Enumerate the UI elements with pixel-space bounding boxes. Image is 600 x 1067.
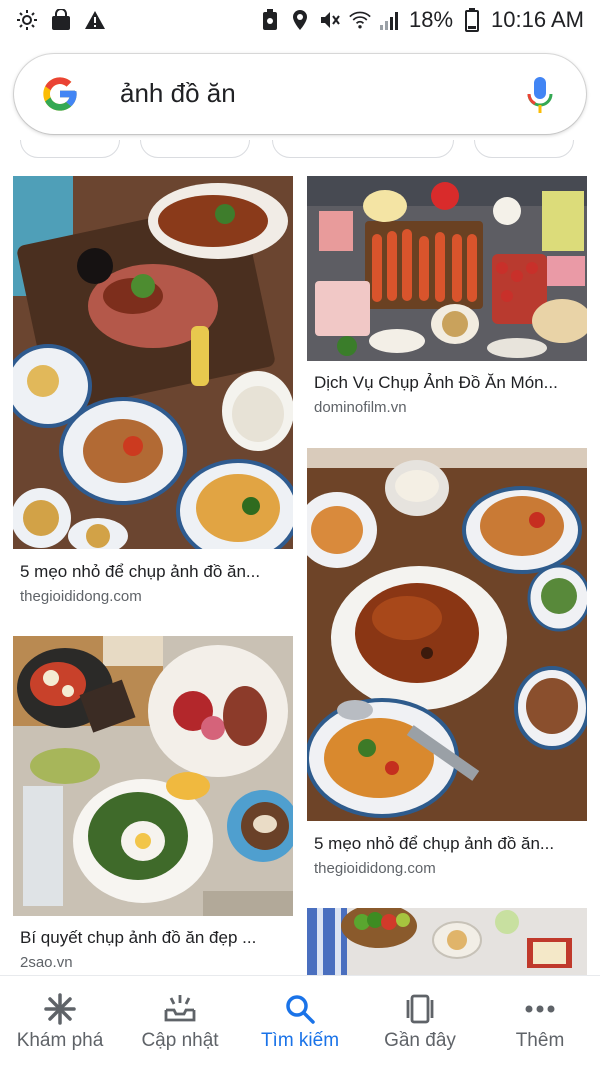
image-result-card[interactable]: Dịch Vụ Chụp Ảnh Đồ Ăn Món... dominofilm…	[307, 176, 587, 426]
picnic-photo[interactable]	[307, 908, 587, 975]
nav-label: Tìm kiếm	[260, 1030, 340, 1051]
image-result-card[interactable]	[307, 908, 587, 975]
nav-updates[interactable]: Cập nhật	[120, 976, 240, 1067]
nav-label: Cập nhật	[141, 1030, 219, 1051]
food-platter-photo[interactable]	[13, 176, 293, 549]
tray-icon	[163, 992, 197, 1026]
nav-discover[interactable]: Khám phá	[0, 976, 120, 1067]
result-title[interactable]: 5 mẹo nhỏ để chụp ảnh đồ ăn...	[314, 834, 584, 854]
wifi-icon	[349, 9, 371, 31]
battery-percent: 18%	[409, 7, 454, 32]
bag-icon	[50, 9, 72, 31]
image-results-grid: 5 mẹo nhỏ để chụp ảnh đồ ăn... thegioidi…	[0, 160, 600, 975]
warning-icon	[84, 9, 106, 31]
nav-label: Thêm	[515, 1030, 565, 1051]
battery-icon	[461, 8, 483, 32]
result-title[interactable]: Dịch Vụ Chụp Ảnh Đồ Ăn Món...	[314, 373, 584, 393]
result-source[interactable]: thegioididong.com	[20, 588, 142, 605]
status-icons-left	[16, 9, 106, 31]
location-icon	[289, 9, 311, 31]
result-title[interactable]: 5 mẹo nhỏ để chụp ảnh đồ ăn...	[20, 562, 290, 582]
nav-recent[interactable]: Gần đây	[360, 976, 480, 1067]
status-icons-right: 18% 10:16 AM	[259, 7, 584, 33]
search-bar[interactable]: ảnh đồ ăn	[14, 54, 586, 134]
sausage-platter-photo[interactable]	[307, 176, 587, 361]
signal-icon	[379, 9, 401, 31]
asterisk-icon	[43, 992, 77, 1026]
nav-search[interactable]: Tìm kiếm	[240, 976, 360, 1067]
mute-icon	[319, 9, 341, 31]
image-result-card[interactable]: 5 mẹo nhỏ để chụp ảnh đồ ăn... thegioidi…	[307, 448, 587, 888]
result-source[interactable]: dominofilm.vn	[314, 399, 407, 416]
image-result-card[interactable]: 5 mẹo nhỏ để chụp ảnh đồ ăn... thegioidi…	[13, 176, 293, 616]
bottom-navigation: Khám phá Cập nhật Tìm kiếm Gần đây Thêm	[0, 975, 600, 1067]
brunch-table-photo[interactable]	[13, 636, 293, 916]
filter-chip[interactable]	[272, 140, 454, 158]
image-result-card[interactable]: Bí quyết chụp ảnh đồ ăn đẹp ... 2sao.vn	[13, 636, 293, 975]
filter-chip[interactable]	[140, 140, 250, 158]
filter-chip-row	[0, 140, 600, 160]
roast-duck-photo[interactable]	[307, 448, 587, 821]
result-source[interactable]: 2sao.vn	[20, 954, 73, 971]
search-icon	[283, 992, 317, 1026]
result-title[interactable]: Bí quyết chụp ảnh đồ ăn đẹp ...	[20, 928, 290, 948]
nav-more[interactable]: Thêm	[480, 976, 600, 1067]
search-query-text[interactable]: ảnh đồ ăn	[120, 78, 236, 109]
google-g-logo	[43, 77, 77, 111]
brightness-icon	[16, 9, 38, 31]
nfc-icon	[259, 9, 281, 31]
more-icon	[523, 992, 557, 1026]
filter-chip[interactable]	[474, 140, 574, 158]
nav-label: Gần đây	[384, 1030, 456, 1051]
nav-label: Khám phá	[16, 1030, 104, 1051]
clock: 10:16 AM	[491, 7, 584, 32]
cards-icon	[403, 992, 437, 1026]
status-bar: 18% 10:16 AM	[0, 0, 600, 40]
mic-icon[interactable]	[526, 76, 554, 114]
result-source[interactable]: thegioididong.com	[314, 860, 436, 877]
filter-chip[interactable]	[20, 140, 120, 158]
